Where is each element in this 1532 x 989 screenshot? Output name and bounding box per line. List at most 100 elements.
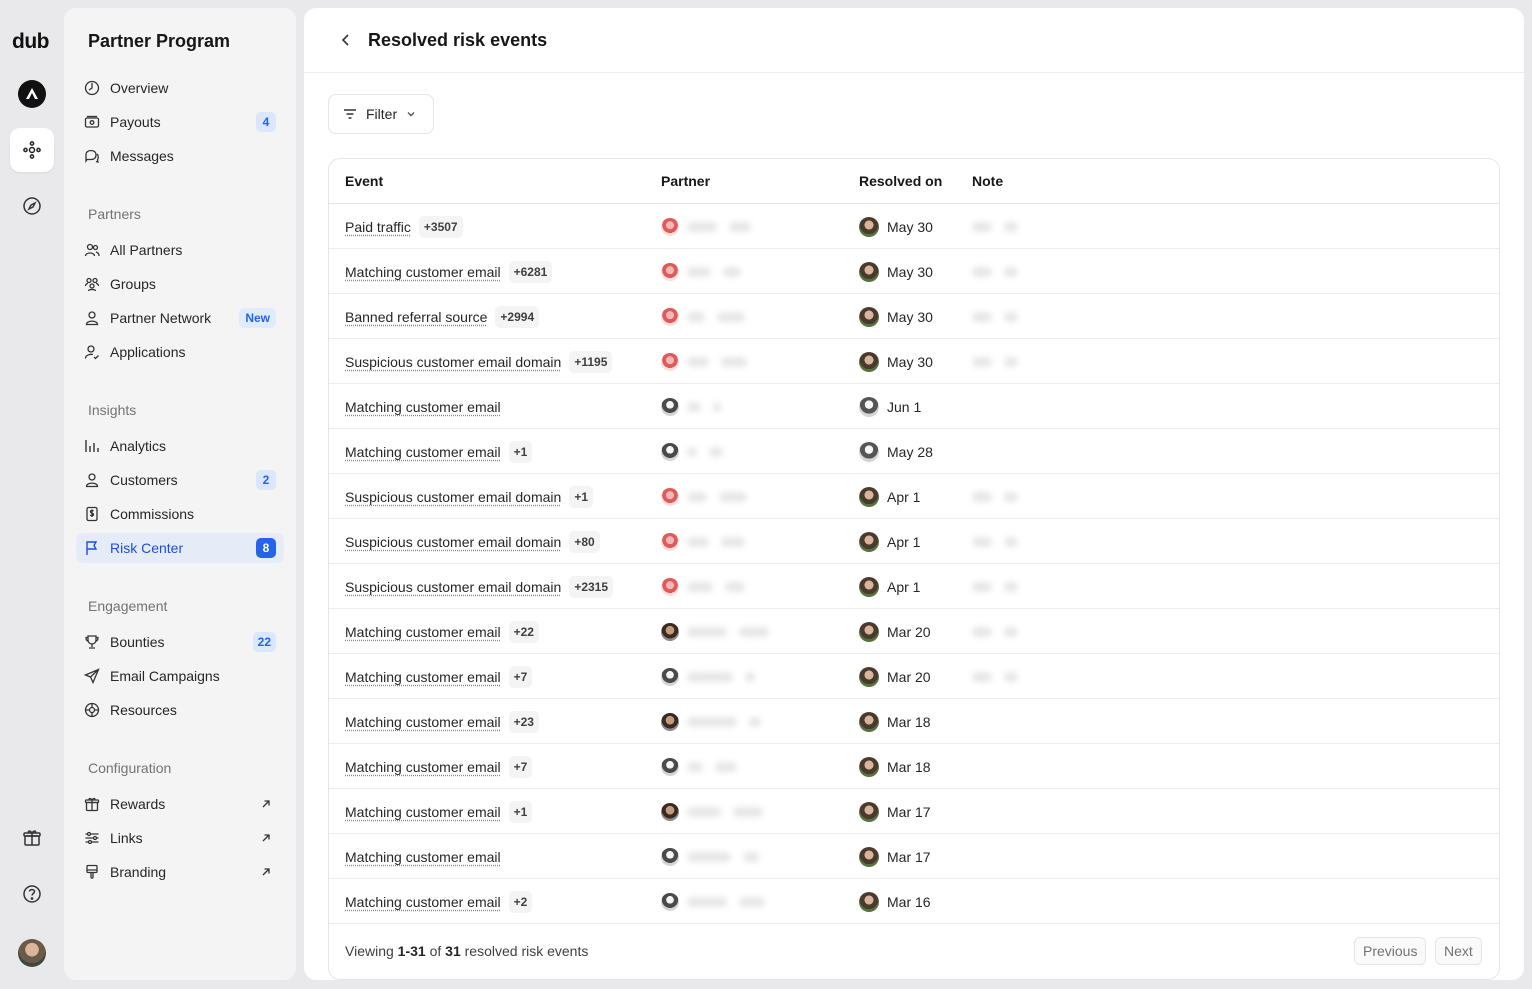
sidebar-item-messages[interactable]: Messages	[76, 141, 284, 171]
sidebar-item-analytics[interactable]: Analytics	[76, 431, 284, 461]
event-count-badge: +2994	[495, 305, 540, 328]
table-row[interactable]: Suspicious customer email domain +2315 Apr…	[329, 564, 1499, 609]
compass-icon	[23, 197, 41, 215]
event-link[interactable]: Matching customer email	[345, 894, 501, 910]
column-partner[interactable]: Partner	[661, 173, 710, 189]
sidebar-item-resources[interactable]: Resources	[76, 695, 284, 725]
event-link[interactable]: Matching customer email	[345, 624, 501, 640]
event-link[interactable]: Matching customer email	[345, 444, 501, 460]
partner-cell[interactable]	[661, 519, 757, 564]
partner-program-nav[interactable]	[10, 128, 54, 172]
gift-nav[interactable]	[10, 816, 54, 860]
previous-button[interactable]: Previous	[1354, 937, 1427, 965]
sidebar-item-customers[interactable]: Customers 2	[76, 465, 284, 495]
sidebar-item-branding[interactable]: Branding	[76, 857, 284, 887]
risk-events-table: Event Partner Resolved on Note Paid traf…	[328, 158, 1500, 980]
event-link[interactable]: Paid traffic	[345, 219, 411, 235]
event-cell: Matching customer email	[345, 384, 501, 429]
sidebar-item-rewards[interactable]: Rewards	[76, 789, 284, 819]
partner-cell[interactable]	[661, 699, 773, 744]
back-button[interactable]	[336, 30, 356, 50]
partner-cell[interactable]	[661, 654, 767, 699]
event-link[interactable]: Suspicious customer email domain	[345, 579, 561, 595]
sidebar-item-links[interactable]: Links	[76, 823, 284, 853]
event-cell: Matching customer email	[345, 834, 501, 879]
partner-cell[interactable]	[661, 789, 775, 834]
sidebar-item-applications[interactable]: Applications	[76, 337, 284, 367]
overview-icon	[84, 80, 100, 96]
event-link[interactable]: Suspicious customer email domain	[345, 489, 561, 505]
sidebar-item-email-campaigns[interactable]: Email Campaigns	[76, 661, 284, 691]
sidebar-item-bounties[interactable]: Bounties 22	[76, 627, 284, 657]
table-row[interactable]: Matching customer email +23 Mar 18	[329, 699, 1499, 744]
event-link[interactable]: Matching customer email	[345, 804, 501, 820]
partner-cell[interactable]	[661, 564, 757, 609]
explore-nav[interactable]	[10, 184, 54, 228]
partner-cell[interactable]	[661, 204, 763, 249]
event-link[interactable]: Suspicious customer email domain	[345, 354, 561, 370]
event-link[interactable]: Matching customer email	[345, 849, 501, 865]
event-link[interactable]: Banned referral source	[345, 309, 487, 325]
event-link[interactable]: Matching customer email	[345, 669, 501, 685]
redacted-note	[972, 671, 992, 682]
table-row[interactable]: Matching customer email +6281 May 30	[329, 249, 1499, 294]
table-row[interactable]: Suspicious customer email domain +1 Apr 1	[329, 474, 1499, 519]
event-cell: Suspicious customer email domain +1195	[345, 339, 613, 384]
partner-cell[interactable]	[661, 339, 759, 384]
partner-cell[interactable]	[661, 834, 771, 879]
event-count-badge: +1	[508, 800, 533, 823]
event-link[interactable]: Matching customer email	[345, 264, 501, 280]
filter-button[interactable]: Filter	[328, 94, 434, 134]
table-row[interactable]: Matching customer email +22 Mar 20	[329, 609, 1499, 654]
sidebar-item-commissions[interactable]: Commissions	[76, 499, 284, 529]
partner-cell[interactable]	[661, 609, 781, 654]
sidebar-item-overview[interactable]: Overview	[76, 73, 284, 103]
sidebar-item-groups[interactable]: Groups	[76, 269, 284, 299]
sidebar-item-partner-network[interactable]: Partner Network New	[76, 303, 284, 333]
table-row[interactable]: Matching customer email +7 Mar 20	[329, 654, 1499, 699]
event-link[interactable]: Matching customer email	[345, 714, 501, 730]
resolver-avatar	[859, 621, 879, 642]
workspace-switcher[interactable]	[10, 72, 54, 116]
event-count-badge: +2315	[569, 575, 614, 598]
table-row[interactable]: Matching customer email Jun 1	[329, 384, 1499, 429]
column-resolved-on[interactable]: Resolved on	[859, 173, 942, 189]
table-row[interactable]: Paid traffic +3507 May 30	[329, 204, 1499, 249]
table-row[interactable]: Suspicious customer email domain +1195 May…	[329, 339, 1499, 384]
column-note[interactable]: Note	[972, 173, 1003, 189]
partner-cell[interactable]	[661, 384, 733, 429]
partner-avatar	[661, 262, 679, 281]
table-row[interactable]: Banned referral source +2994 May 30	[329, 294, 1499, 339]
event-link[interactable]: Suspicious customer email domain	[345, 534, 561, 550]
partner-cell[interactable]	[661, 744, 749, 789]
partner-cell[interactable]	[661, 249, 753, 294]
column-event[interactable]: Event	[345, 173, 383, 189]
partner-cell[interactable]	[661, 474, 759, 519]
partner-avatar	[661, 352, 679, 371]
table-row[interactable]: Matching customer email +1 May 28	[329, 429, 1499, 474]
table-row[interactable]: Matching customer email +7 Mar 18	[329, 744, 1499, 789]
partner-avatar	[661, 577, 679, 596]
sidebar-item-all-partners[interactable]: All Partners	[76, 235, 284, 265]
section-engagement: Engagement	[88, 598, 168, 614]
user-avatar[interactable]	[18, 939, 46, 967]
sidebar-item-payouts[interactable]: Payouts 4	[76, 107, 284, 137]
partner-cell[interactable]	[661, 294, 757, 339]
help-nav[interactable]	[10, 872, 54, 916]
dub-logo[interactable]: dub	[12, 30, 49, 54]
send-icon	[84, 668, 100, 684]
table-row[interactable]: Matching customer email +1 Mar 17	[329, 789, 1499, 834]
redacted-partner-name	[687, 626, 727, 637]
partner-cell[interactable]	[661, 879, 777, 924]
event-link[interactable]: Matching customer email	[345, 399, 501, 415]
partner-cell[interactable]	[661, 429, 735, 474]
table-row[interactable]: Matching customer email Mar 17	[329, 834, 1499, 879]
sidebar-item-risk-center[interactable]: Risk Center 8	[76, 533, 284, 563]
table-row[interactable]: Matching customer email +2 Mar 16	[329, 879, 1499, 924]
resolved-date: Jun 1	[887, 398, 922, 415]
redacted-note	[972, 311, 992, 322]
table-row[interactable]: Suspicious customer email domain +80 Apr 1	[329, 519, 1499, 564]
note-cell	[972, 204, 1030, 249]
next-button[interactable]: Next	[1435, 937, 1482, 965]
event-link[interactable]: Matching customer email	[345, 759, 501, 775]
